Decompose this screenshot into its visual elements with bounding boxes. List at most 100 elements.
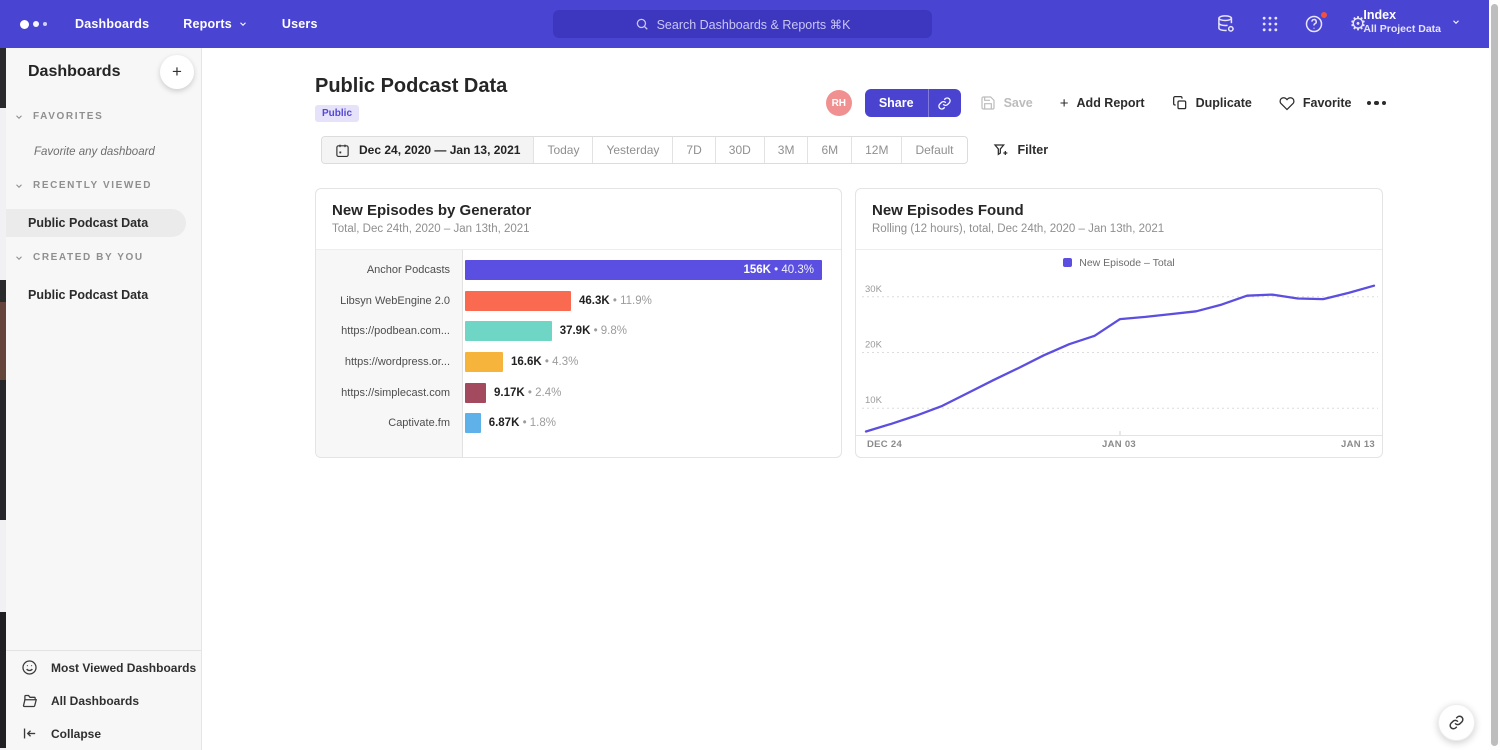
sidebar-section-favorites[interactable]: FAVORITES [14, 111, 103, 122]
sidebar-item-public-podcast-data[interactable]: Public Podcast Data [6, 209, 186, 237]
folder-icon [21, 692, 38, 709]
dashboard-actions: RH Share Save + Add Report Duplicate [826, 89, 1386, 117]
calendar-icon [335, 143, 350, 158]
nav-item-dashboards[interactable]: Dashboards [75, 17, 149, 31]
more-options-button[interactable] [1367, 101, 1387, 106]
scrollbar-thumb[interactable] [1491, 4, 1498, 746]
bar-value-label: 156K • 40.3% [743, 260, 814, 280]
search-input[interactable]: Search Dashboards & Reports ⌘K [553, 10, 932, 38]
help-icon[interactable] [1303, 13, 1325, 35]
preset-30d[interactable]: 30D [716, 137, 765, 163]
bar-value-label: 37.9K • 9.8% [560, 325, 627, 337]
share-button[interactable]: Share [865, 89, 961, 117]
database-icon[interactable] [1215, 13, 1237, 35]
all-dashboards-button[interactable]: All Dashboards [6, 684, 201, 717]
duplicate-icon [1172, 95, 1188, 111]
preset-yesterday[interactable]: Yesterday [593, 137, 673, 163]
bar-chart-header: New Episodes by Generator Total, Dec 24t… [316, 189, 841, 250]
most-viewed-dashboards-button[interactable]: Most Viewed Dashboards [6, 651, 201, 684]
app-window: Dashboards Reports Users Search Dashboards… [0, 0, 1500, 750]
bar-segment [465, 321, 552, 341]
topbar-icons: ⚙ [1215, 0, 1369, 48]
bar-category-label: https://wordpress.or... [316, 356, 463, 368]
favorite-button[interactable]: Favorite [1279, 95, 1352, 111]
bar-value-label: 6.87K • 1.8% [489, 417, 556, 429]
add-dashboard-button[interactable]: + [160, 55, 194, 89]
chevron-down-icon [14, 112, 24, 122]
bar-category-label: Libsyn WebEngine 2.0 [316, 295, 463, 307]
chevron-down-icon [1451, 17, 1461, 27]
project-switcher[interactable]: Index All Project Data [1363, 8, 1461, 36]
date-controls: Dec 24, 2020 — Jan 13, 2021 TodayYesterd… [321, 136, 1048, 164]
duplicate-button[interactable]: Duplicate [1172, 95, 1252, 111]
save-icon [980, 95, 996, 111]
nav-item-users[interactable]: Users [282, 17, 318, 31]
date-preset-group: Dec 24, 2020 — Jan 13, 2021 TodayYesterd… [321, 136, 968, 164]
line-chart-title: New Episodes Found [872, 202, 1366, 219]
sidebar-section-created-by-you[interactable]: CREATED BY YOU [14, 252, 144, 263]
x-tick-jan13: JAN 13 [1341, 439, 1375, 450]
nav-item-reports[interactable]: Reports [183, 17, 248, 31]
avatar: RH [826, 90, 852, 116]
apps-grid-icon[interactable] [1259, 13, 1281, 35]
page-scrollbar [1489, 0, 1500, 750]
legend-swatch [1063, 258, 1072, 267]
search-placeholder: Search Dashboards & Reports ⌘K [657, 17, 851, 32]
line-series: 10K20K30K [862, 269, 1378, 436]
app-logo-icon[interactable] [20, 20, 47, 29]
x-tick-dec24: DEC 24 [867, 439, 902, 450]
copy-share-link-button[interactable] [928, 89, 961, 117]
link-icon [1448, 714, 1465, 731]
preset-12m[interactable]: 12M [852, 137, 902, 163]
bar-row: https://podbean.com...37.9K • 9.8% [316, 316, 841, 347]
bar-segment: 156K • 40.3% [465, 260, 822, 280]
line-chart-card: New Episodes Found Rolling (12 hours), t… [855, 188, 1383, 458]
bar-segment [465, 383, 486, 403]
sidebar-section-recently-viewed[interactable]: RECENTLY VIEWED [14, 180, 152, 191]
chevron-down-icon [14, 181, 24, 191]
preset-today[interactable]: Today [534, 137, 593, 163]
line-series-path [866, 286, 1374, 432]
bar-row: Anchor Podcasts156K • 40.3% [316, 255, 841, 286]
bar-category-label: https://simplecast.com [316, 387, 463, 399]
sidebar-footer: Most Viewed Dashboards All Dashboards Co… [6, 650, 201, 750]
line-chart-subtitle: Rolling (12 hours), total, Dec 24th, 202… [872, 223, 1366, 235]
preset-7d[interactable]: 7D [673, 137, 715, 163]
date-range-button[interactable]: Dec 24, 2020 — Jan 13, 2021 [322, 137, 534, 163]
save-button[interactable]: Save [980, 95, 1033, 111]
floating-share-link-button[interactable] [1438, 704, 1475, 741]
bar-chart-card: New Episodes by Generator Total, Dec 24t… [315, 188, 842, 458]
line-chart-plot: 10K20K30K [856, 275, 1382, 436]
bar-rows: Anchor Podcasts156K • 40.3% Libsyn WebEng… [316, 255, 841, 439]
y-tick-label: 20K [865, 340, 883, 351]
x-axis-line [856, 435, 1382, 436]
plus-icon: + [1060, 95, 1069, 112]
smiley-icon [21, 659, 38, 676]
chevron-down-icon [14, 253, 24, 263]
project-name: Index [1363, 8, 1441, 23]
notification-badge [1320, 11, 1328, 19]
filter-icon [993, 142, 1009, 158]
sidebar-title: Dashboards [28, 63, 120, 81]
collapse-icon [21, 725, 38, 742]
add-report-button[interactable]: + Add Report [1060, 95, 1145, 112]
filter-button[interactable]: Filter [993, 142, 1049, 158]
bar-segment [465, 352, 503, 372]
preset-default[interactable]: Default [902, 137, 966, 163]
bar-value-label: 9.17K • 2.4% [494, 387, 561, 399]
bar-value-label: 16.6K • 4.3% [511, 356, 578, 368]
top-navigation-bar: Dashboards Reports Users Search Dashboards… [0, 0, 1489, 48]
bar-segment [465, 413, 481, 433]
bar-chart-body: Anchor Podcasts156K • 40.3% Libsyn WebEng… [316, 250, 841, 457]
main-content: Public Podcast Data Public RH Share Save… [202, 48, 1489, 750]
topbar-nav: Dashboards Reports Users [75, 17, 318, 31]
sidebar-item-public-podcast-data-2[interactable]: Public Podcast Data [6, 281, 186, 309]
bar-row: https://wordpress.or... 16.6K • 4.3% [316, 347, 841, 378]
collapse-sidebar-button[interactable]: Collapse [6, 717, 201, 750]
preset-3m[interactable]: 3M [765, 137, 809, 163]
legend-label: New Episode – Total [1079, 257, 1175, 269]
favorites-empty-text: Favorite any dashboard [34, 146, 155, 158]
page-title: Public Podcast Data [315, 75, 507, 98]
heart-icon [1279, 95, 1295, 111]
preset-6m[interactable]: 6M [808, 137, 852, 163]
